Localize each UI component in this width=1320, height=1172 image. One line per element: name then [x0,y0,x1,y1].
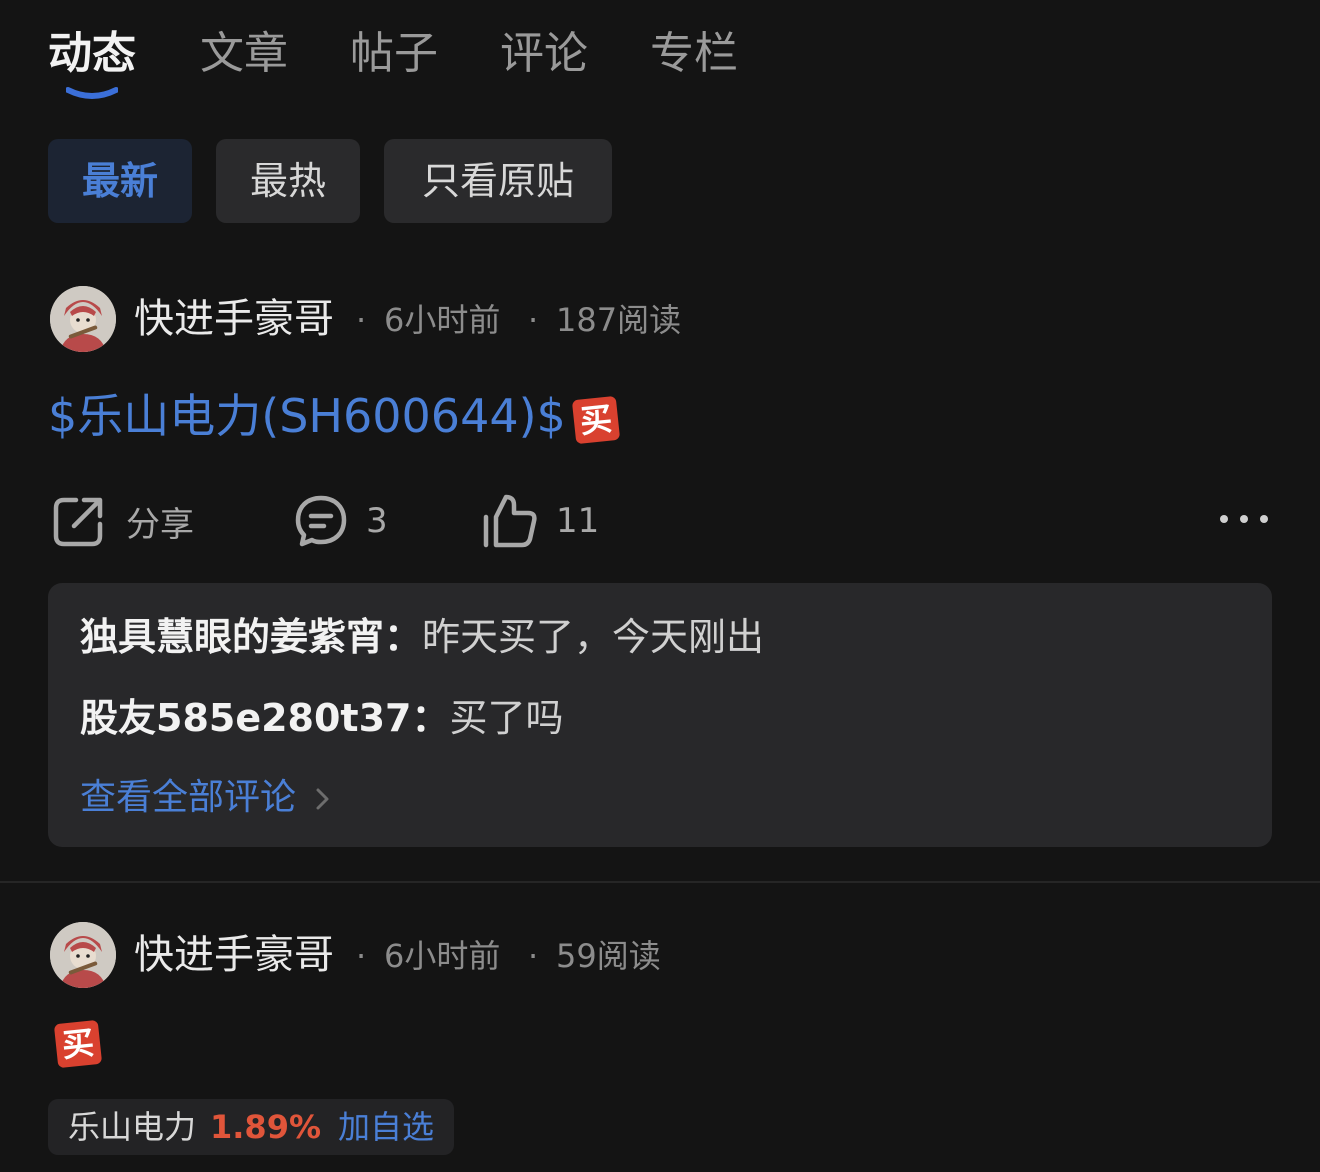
post-divider [0,881,1320,883]
buy-emoji-icon: 买 [53,1019,103,1069]
filter-hottest[interactable]: 最热 [216,139,360,223]
author-name[interactable]: 快进手豪哥 [134,290,334,348]
tab-articles[interactable]: 文章 [200,22,288,86]
comment-icon [295,495,347,547]
meta-separator: · [528,937,539,975]
avatar[interactable] [50,922,116,988]
view-all-label: 查看全部评论 [80,777,297,818]
filter-original-only[interactable]: 只看原贴 [384,139,612,223]
view-all-comments-link[interactable]: 查看全部评论 [80,771,333,825]
meta-separator: · [528,301,539,339]
tab-columns[interactable]: 专栏 [650,22,738,86]
avatar-image-icon [50,922,116,988]
stock-name: 乐山电力 [68,1108,197,1146]
comment-item[interactable]: 独具慧眼的姜紫宵：昨天买了，今天刚出 [80,609,764,665]
active-tab-indicator [66,87,118,99]
stock-change: 1.89% [210,1108,322,1146]
comment-text: 买了吗 [449,696,564,740]
meta-separator: · [356,937,367,975]
tab-posts[interactable]: 帖子 [350,22,438,86]
top-tab-bar: 动态 文章 帖子 评论 专栏 [48,22,848,112]
avatar-image-icon [50,286,116,352]
comment-text: 昨天买了，今天刚出 [422,615,765,659]
author-name[interactable]: 快进手豪哥 [134,926,334,984]
comment-item[interactable]: 股友585e280t37：买了吗 [80,690,563,746]
thumbs-up-icon [483,494,537,548]
filter-chips: 最新 最热 只看原贴 [48,139,748,223]
post-content: $乐山电力(SH600644)$ 买 [48,386,621,446]
tab-dynamic[interactable]: 动态 [48,22,136,86]
stock-tag-link[interactable]: $乐山电力(SH600644)$ [48,389,566,443]
post-header: 快进手豪哥 · 6小时前 · 187阅读 [50,286,950,352]
filter-latest[interactable]: 最新 [48,139,192,223]
tab-comments[interactable]: 评论 [500,22,588,86]
post-time: 6小时前 [384,301,501,339]
commenter-name: 股友585e280t37： [80,696,450,740]
comment-count: 3 [366,501,388,541]
read-count: 187阅读 [556,301,682,339]
like-button[interactable]: 11 [482,488,599,554]
comment-button[interactable]: 3 [294,488,388,554]
share-icon [53,497,103,547]
chevron-right-icon [316,788,329,810]
more-options-icon[interactable] [1218,504,1270,534]
avatar[interactable] [50,286,116,352]
commenter-name: 独具慧眼的姜紫宵： [80,615,423,659]
share-button[interactable]: 分享 [50,488,194,554]
comments-preview: 独具慧眼的姜紫宵：昨天买了，今天刚出 股友585e280t37：买了吗 查看全部… [48,583,1272,847]
post-time: 6小时前 [384,937,501,975]
meta-separator: · [356,301,367,339]
add-watchlist-button[interactable]: 加自选 [338,1103,434,1151]
buy-emoji-icon: 买 [571,395,621,444]
read-count: 59阅读 [556,937,661,975]
post-header: 快进手豪哥 · 6小时前 · 59阅读 [50,922,950,988]
share-label: 分享 [126,504,194,545]
stock-quote-chip[interactable]: 乐山电力 1.89% 加自选 [48,1099,454,1155]
post-actions: 分享 3 11 [50,488,1280,554]
like-count: 11 [556,501,600,541]
